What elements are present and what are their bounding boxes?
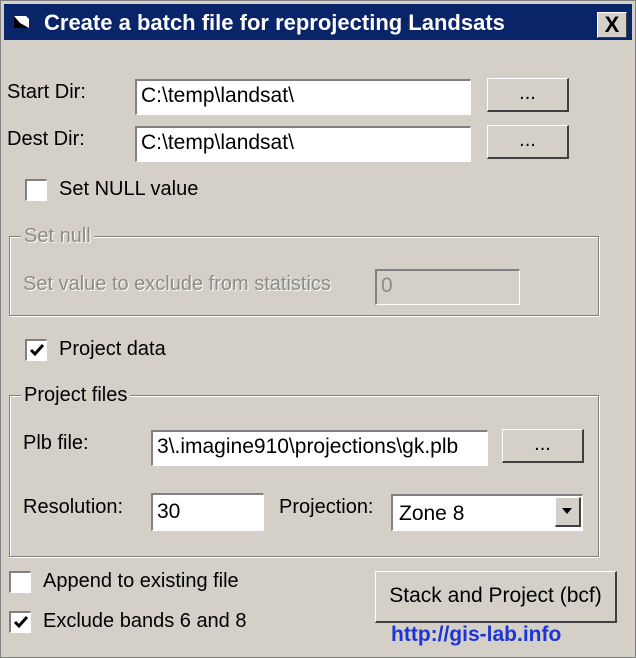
projection-dropdown-button[interactable] (555, 497, 581, 527)
checkmark-icon (29, 344, 45, 357)
dialog-window: Create a batch file for reprojecting Lan… (0, 0, 636, 658)
set-null-checkbox[interactable] (25, 179, 47, 201)
append-label: Append to existing file (43, 570, 239, 592)
exclude-bands-label: Exclude bands 6 and 8 (43, 610, 247, 632)
chevron-down-icon (562, 508, 572, 514)
projection-selected-value: Zone 8 (399, 502, 465, 525)
start-dir-label: Start Dir: (7, 81, 86, 103)
dest-dir-input[interactable]: C:\temp\landsat\ (135, 126, 471, 162)
project-data-label: Project data (59, 338, 166, 360)
set-null-label: Set NULL value (59, 178, 199, 200)
exclude-value-input[interactable]: 0 (375, 269, 520, 305)
plb-file-input[interactable]: 3\.imagine910\projections\gk.plb (151, 430, 488, 466)
resolution-input[interactable]: 30 (151, 493, 264, 531)
stack-and-project-button[interactable]: Stack and Project (bcf) (375, 571, 617, 623)
title-bar[interactable]: Create a batch file for reprojecting Lan… (4, 4, 632, 40)
dest-dir-browse-button[interactable]: ... (487, 125, 569, 159)
window-icon (13, 14, 31, 30)
start-dir-input[interactable]: C:\temp\landsat\ (135, 79, 471, 115)
project-data-checkbox[interactable] (25, 339, 47, 361)
exclude-value-label: Set value to exclude from statistics (23, 273, 331, 295)
close-button[interactable]: X (597, 12, 627, 38)
resolution-label: Resolution: (23, 496, 124, 518)
checkmark-icon (13, 616, 29, 629)
projection-select[interactable]: Zone 8 (391, 494, 583, 531)
project-files-group-legend: Project files (21, 383, 131, 407)
plb-file-label: Plb file: (23, 432, 89, 454)
plb-file-browse-button[interactable]: ... (502, 429, 584, 463)
projection-label: Projection: (279, 496, 374, 518)
dest-dir-label: Dest Dir: (7, 128, 85, 150)
set-null-group-legend: Set null (21, 224, 94, 248)
window-title: Create a batch file for reprojecting Lan… (44, 10, 505, 35)
append-checkbox[interactable] (9, 571, 31, 593)
watermark-text: http://gis-lab.info (391, 623, 562, 646)
start-dir-browse-button[interactable]: ... (487, 78, 569, 112)
exclude-bands-checkbox[interactable] (9, 611, 31, 633)
project-files-group (9, 395, 599, 557)
